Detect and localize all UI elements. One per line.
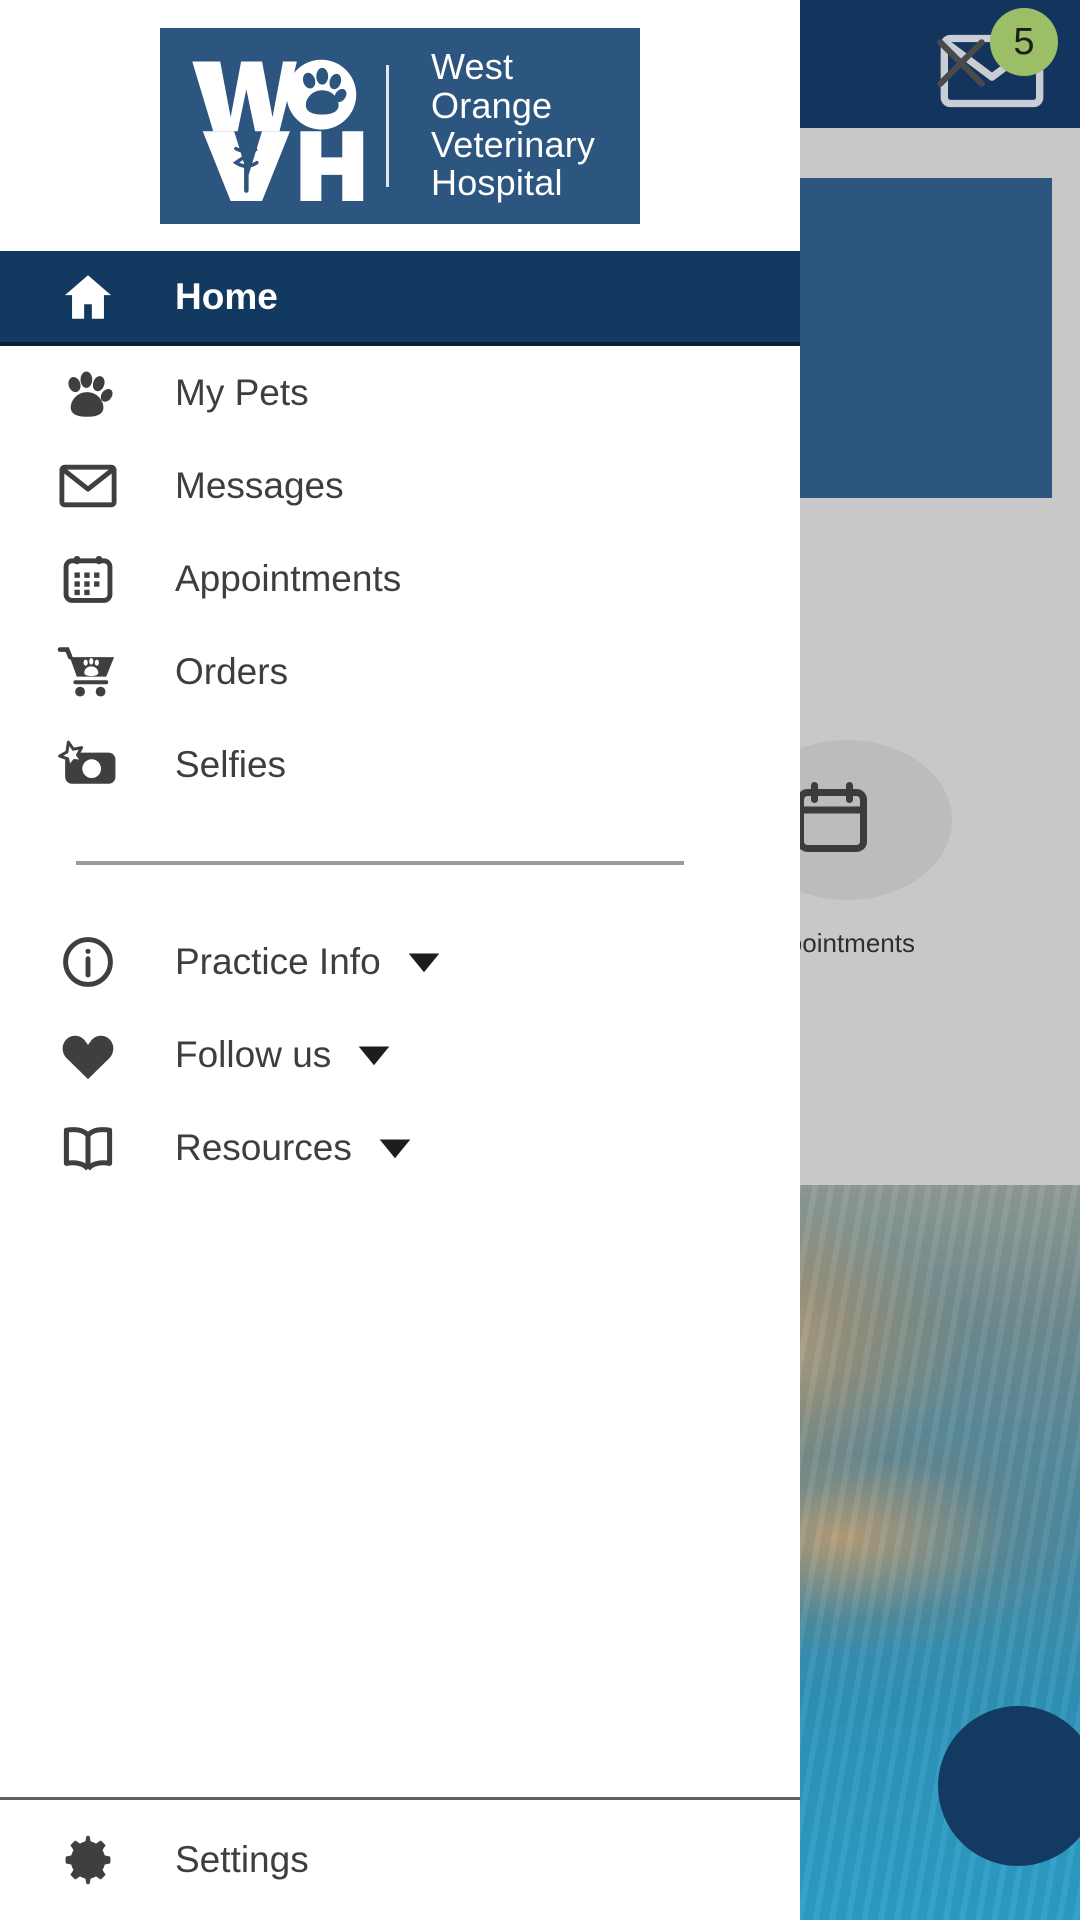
logo-divider (386, 64, 389, 187)
wovh-monogram-icon (188, 51, 364, 201)
home-icon (0, 268, 175, 326)
sidebar-item-orders[interactable]: Orders (0, 625, 800, 718)
navigation-drawer: West Orange Veterinary Hospital Home My … (0, 0, 800, 1920)
sidebar-item-label: Messages (175, 464, 344, 506)
info-icon (0, 934, 175, 990)
sidebar-item-appointments[interactable]: Appointments (0, 532, 800, 625)
chevron-down-icon[interactable] (378, 1136, 412, 1160)
paw-icon (0, 365, 175, 421)
heart-icon (0, 1028, 175, 1081)
book-icon (0, 1124, 175, 1172)
cart-paw-icon (0, 644, 175, 700)
practice-name-line3: Hospital (431, 162, 563, 204)
sidebar-item-label: Appointments (175, 557, 402, 599)
sidebar-item-label: Settings (175, 1839, 309, 1880)
sidebar-item-label: Home (175, 275, 278, 317)
sidebar-item-label: Follow us (175, 1033, 332, 1075)
drawer-header: West Orange Veterinary Hospital (0, 0, 800, 251)
sidebar-item-resources[interactable]: Resources (0, 1101, 800, 1194)
sidebar-item-practice-info[interactable]: Practice Info (0, 915, 800, 1008)
sidebar-item-label: Selfies (175, 743, 287, 785)
practice-name: West Orange Veterinary Hospital (411, 45, 640, 204)
sidebar-item-label: Orders (175, 650, 289, 692)
sidebar-item-home[interactable]: Home (0, 251, 800, 346)
drawer-divider-wrap (0, 811, 800, 915)
sidebar-item-label: Resources (175, 1126, 352, 1168)
sidebar-item-settings[interactable]: Settings (0, 1800, 800, 1920)
practice-logo: West Orange Veterinary Hospital (160, 27, 640, 224)
practice-name-line1: West Orange (431, 45, 553, 126)
close-icon[interactable] (906, 8, 1016, 118)
chevron-down-icon[interactable] (407, 950, 441, 974)
drawer-divider (76, 861, 684, 865)
app-root: Appointments 5 West Orange Veterinary Ho… (0, 0, 1080, 1920)
sidebar-item-label: My Pets (175, 371, 309, 413)
calendar-icon (0, 551, 175, 607)
drawer-spacer (0, 1496, 800, 1798)
sidebar-item-my-pets[interactable]: My Pets (0, 346, 800, 439)
mail-icon (0, 463, 175, 509)
chevron-down-icon[interactable] (357, 1043, 391, 1067)
sidebar-item-selfies[interactable]: Selfies (0, 718, 800, 811)
camera-star-icon (0, 739, 175, 791)
sidebar-item-messages[interactable]: Messages (0, 439, 800, 532)
gear-icon (0, 1831, 175, 1889)
sidebar-item-label: Practice Info (175, 940, 381, 982)
practice-name-line2: Veterinary (431, 123, 596, 165)
sidebar-item-follow-us[interactable]: Follow us (0, 1008, 800, 1101)
drawer-nav-list: Home My Pets Messages Appointments Order… (0, 251, 800, 1496)
